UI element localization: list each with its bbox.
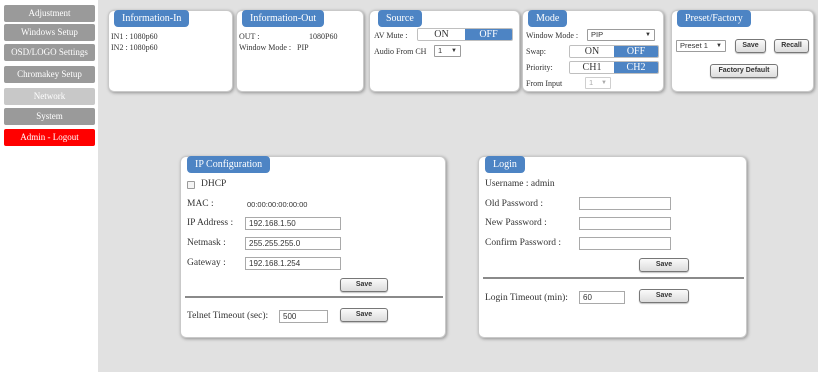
login-panel: Login Username : admin Old Password : Ne… [478,156,747,338]
from-input-label: From Input [526,79,563,88]
chevron-down-icon: ▼ [601,80,607,86]
swap-off-button[interactable]: OFF [614,46,658,57]
sidebar-item-osd-logo-settings[interactable]: OSD/LOGO Settings [4,44,95,61]
login-title: Login [485,156,525,173]
sidebar-item-network[interactable]: Network [4,88,95,105]
factory-default-button[interactable]: Factory Default [710,64,778,78]
ip-save-button[interactable]: Save [340,278,388,292]
from-input-value: 1 [589,78,594,87]
sidebar-item-windows-setup[interactable]: Windows Setup [4,24,95,41]
swap-toggle[interactable]: ON OFF [569,45,659,58]
login-save-button[interactable]: Save [639,258,689,272]
login-timeout-label: Login Timeout (min): [485,293,568,303]
sidebar-item-chromakey-setup[interactable]: Chromakey Setup [4,66,95,83]
telnet-save-button[interactable]: Save [340,308,388,322]
sidebar-item-adjustment[interactable]: Adjustment [4,5,95,22]
username-text: Username : admin [485,179,555,189]
information-in-panel: Information-In IN1 : 1080p60 IN2 : 1080p… [108,10,233,92]
in2-status: IN2 : 1080p60 [111,43,158,52]
old-password-label: Old Password : [485,199,544,209]
mode-panel: Mode Window Mode : PIP ▼ Swap: ON OFF Pr… [522,10,664,92]
mode-title: Mode [528,10,568,27]
sidebar-item-admin-logout[interactable]: Admin - Logout [4,129,95,146]
chevron-down-icon: ▼ [451,48,457,54]
preset-recall-button[interactable]: Recall [774,39,809,53]
preset-factory-panel: Preset/Factory Preset 1 ▼ Save Recall Fa… [671,10,814,92]
information-out-title: Information-Out [242,10,325,27]
netmask-input[interactable]: 255.255.255.0 [245,237,341,250]
chevron-down-icon: ▼ [716,43,722,49]
audio-from-label: Audio From CH [374,47,427,56]
av-mute-toggle[interactable]: ON OFF [417,28,513,41]
window-mode-select[interactable]: PIP ▼ [587,29,655,41]
mode-window-mode-label: Window Mode : [526,31,579,40]
priority-ch1-button[interactable]: CH1 [570,62,614,73]
audio-from-value: 1 [438,46,443,55]
source-title: Source [378,10,422,27]
priority-toggle[interactable]: CH1 CH2 [569,61,659,74]
chevron-down-icon: ▼ [645,32,651,38]
telnet-timeout-input[interactable]: 500 [279,310,328,323]
sidebar-item-system[interactable]: System [4,108,95,125]
window-mode-label: Window Mode : [239,43,292,52]
av-mute-label: AV Mute : [374,31,408,40]
divider [483,277,744,279]
information-out-panel: Information-Out OUT : 1080P60 Window Mod… [236,10,364,92]
ip-address-input[interactable]: 192.168.1.50 [245,217,341,230]
av-mute-off-button[interactable]: OFF [465,29,512,40]
out-label: OUT : [239,32,260,41]
ip-address-label: IP Address : [187,218,234,228]
swap-on-button[interactable]: ON [570,46,614,57]
gateway-label: Gateway : [187,258,226,268]
swap-label: Swap: [526,47,546,56]
dhcp-label: DHCP [201,179,227,189]
login-timeout-input[interactable]: 60 [579,291,625,304]
window-mode-select-value: PIP [591,30,604,39]
mac-value: 00:00:00:00:00:00 [247,200,308,209]
priority-label: Priority: [526,63,553,72]
sidebar: Adjustment Windows Setup OSD/LOGO Settin… [0,0,98,372]
information-in-title: Information-In [114,10,190,27]
from-input-select[interactable]: 1 ▼ [585,77,611,89]
preset-factory-title: Preset/Factory [677,10,751,27]
priority-ch2-button[interactable]: CH2 [614,62,658,73]
preset-select-value: Preset 1 [680,41,708,50]
out-value: 1080P60 [309,32,338,41]
window-mode-value: PIP [297,43,309,52]
login-timeout-save-button[interactable]: Save [639,289,689,303]
ip-configuration-title: IP Configuration [187,156,271,173]
confirm-password-label: Confirm Password : [485,238,561,248]
confirm-password-input[interactable] [579,237,671,250]
dhcp-checkbox[interactable] [187,181,195,189]
new-password-label: New Password : [485,218,547,228]
ip-configuration-panel: IP Configuration DHCP MAC : 00:00:00:00:… [180,156,446,338]
preset-save-button[interactable]: Save [735,39,766,53]
main-area: Information-In IN1 : 1080p60 IN2 : 1080p… [98,0,818,372]
source-panel: Source AV Mute : ON OFF Audio From CH 1 … [369,10,520,92]
new-password-input[interactable] [579,217,671,230]
netmask-label: Netmask : [187,238,226,248]
preset-select[interactable]: Preset 1 ▼ [676,40,726,52]
audio-from-select[interactable]: 1 ▼ [434,45,461,57]
divider [185,296,443,298]
av-mute-on-button[interactable]: ON [418,29,465,40]
old-password-input[interactable] [579,197,671,210]
gateway-input[interactable]: 192.168.1.254 [245,257,341,270]
mac-label: MAC : [187,199,214,209]
telnet-timeout-label: Telnet Timeout (sec): [187,311,269,321]
in1-status: IN1 : 1080p60 [111,32,158,41]
